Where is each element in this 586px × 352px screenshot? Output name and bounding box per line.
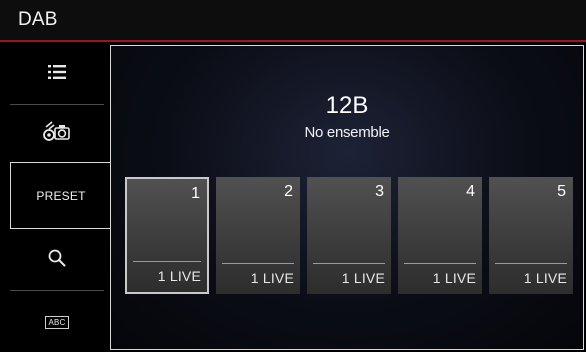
preset-station: 1 LIVE [523,270,567,286]
ensemble-name: No ensemble [304,124,390,141]
preset-tile-5[interactable]: 5 1 LIVE [489,177,573,294]
preset-divider [222,263,294,264]
preset-divider [313,263,385,264]
abc-button[interactable]: ABC [10,292,104,352]
preset-number: 2 [284,183,293,200]
sidebar: PRESET ABC [0,44,111,352]
preset-station: 1 LIVE [432,270,476,286]
list-button[interactable] [10,44,104,105]
preset-button-label: PRESET [36,188,86,203]
preset-number: 5 [557,183,566,200]
search-icon [48,249,66,272]
header-bar: DAB [0,0,586,42]
list-icon [48,64,66,85]
preset-station: 1 LIVE [341,270,385,286]
preset-station: 1 LIVE [250,270,294,286]
preset-number: 1 [191,185,200,202]
preset-number: 3 [375,183,384,200]
source-title: DAB [18,9,58,30]
preset-divider [495,263,567,264]
preset-tile-3[interactable]: 3 1 LIVE [307,177,391,294]
main-panel: 12B No ensemble 1 1 LIVE 2 1 LIVE 3 1 LI… [110,45,584,350]
preset-tile-1[interactable]: 1 1 LIVE [125,177,209,294]
preset-number: 4 [466,183,475,200]
channel-frequency: 12B [325,92,369,119]
preset-divider [404,263,476,264]
preset-tile-4[interactable]: 4 1 LIVE [398,177,482,294]
dab-scan-icon [42,120,72,147]
preset-button[interactable]: PRESET [10,162,111,229]
preset-divider [133,261,201,262]
abc-icon: ABC [45,315,69,329]
dab-scan-button[interactable] [10,106,104,161]
preset-station: 1 LIVE [157,268,201,284]
search-button[interactable] [10,230,104,291]
preset-tile-2[interactable]: 2 1 LIVE [216,177,300,294]
